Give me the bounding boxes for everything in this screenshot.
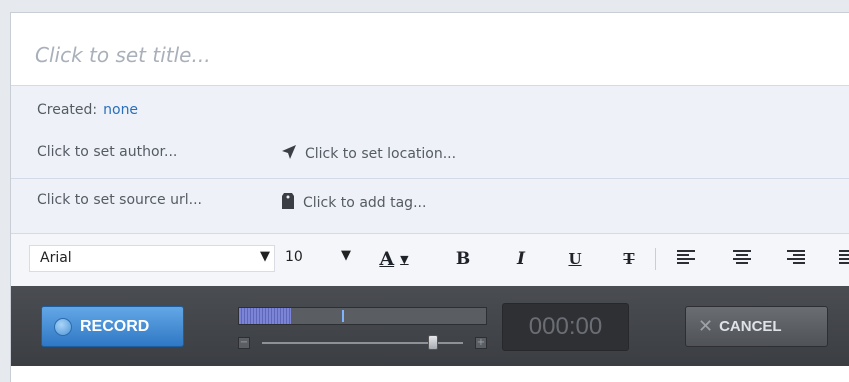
created-label: Created:: [37, 102, 98, 118]
record-button[interactable]: RECORD: [41, 306, 184, 347]
close-icon: ✕: [698, 316, 714, 336]
text-color-button[interactable]: A ▼: [371, 244, 417, 274]
font-family-select[interactable]: Arial ▼: [29, 245, 275, 272]
italic-button[interactable]: I: [509, 244, 533, 274]
volume-up-icon[interactable]: +: [475, 337, 487, 349]
meta-divider: [11, 178, 849, 179]
title-input[interactable]: Click to set title...: [35, 43, 211, 67]
source-url-label: Click to set source url...: [37, 192, 202, 208]
font-size-select[interactable]: 10 ▼: [279, 245, 353, 272]
created-value[interactable]: none: [103, 102, 138, 118]
align-right-icon[interactable]: [787, 250, 805, 266]
justify-icon[interactable]: [839, 250, 849, 266]
input-level-meter: [238, 307, 487, 325]
bold-button[interactable]: B: [451, 244, 475, 274]
chevron-down-icon: ▼: [341, 248, 351, 263]
title-row: Click to set title...: [11, 13, 849, 86]
record-icon: [54, 317, 72, 336]
note-editor: Click to set title... Created: none Click…: [10, 12, 849, 382]
text-color-icon: A: [379, 248, 395, 270]
source-url-field[interactable]: Click to set source url...: [37, 192, 202, 208]
align-left-icon[interactable]: [677, 250, 695, 266]
level-peak-marker: [342, 310, 344, 322]
cancel-button[interactable]: ✕ CANCEL: [685, 306, 828, 347]
underline-button[interactable]: U: [563, 244, 587, 274]
font-size-value: 10: [285, 249, 303, 265]
bold-icon: B: [455, 249, 471, 269]
formatting-toolbar: Arial ▼ 10 ▼ A ▼ B I U T: [11, 233, 849, 286]
location-field[interactable]: Click to set location...: [281, 144, 456, 164]
strikethrough-button[interactable]: T: [617, 244, 641, 274]
metadata-panel: Created: none Click to set author... Clic…: [11, 86, 849, 233]
note-body[interactable]: [11, 366, 849, 382]
record-label: RECORD: [80, 317, 150, 335]
tag-icon: [281, 192, 295, 214]
italic-icon: I: [517, 249, 525, 269]
strikethrough-icon: T: [623, 250, 635, 268]
recording-time: 000:00: [502, 303, 629, 351]
volume-thumb[interactable]: [427, 335, 438, 350]
volume-down-icon[interactable]: −: [238, 337, 250, 349]
toolbar-divider: [655, 248, 656, 270]
volume-slider[interactable]: − +: [238, 335, 487, 351]
audio-recorder-bar: RECORD − + 000:00 ✕ CANCEL: [11, 286, 849, 366]
align-center-icon[interactable]: [733, 250, 751, 266]
cancel-label: CANCEL: [719, 318, 782, 335]
location-arrow-icon: [281, 144, 297, 164]
tag-label: Click to add tag...: [303, 195, 427, 211]
author-field[interactable]: Click to set author...: [37, 144, 177, 160]
tag-field[interactable]: Click to add tag...: [281, 192, 426, 214]
chevron-down-icon: ▼: [260, 249, 270, 264]
underline-icon: U: [568, 250, 582, 268]
author-label: Click to set author...: [37, 144, 178, 160]
chevron-down-icon: ▼: [400, 252, 409, 266]
level-fill: [239, 308, 291, 324]
font-family-value: Arial: [40, 250, 72, 266]
created-info: Created: none: [37, 102, 849, 118]
location-label: Click to set location...: [305, 146, 457, 162]
